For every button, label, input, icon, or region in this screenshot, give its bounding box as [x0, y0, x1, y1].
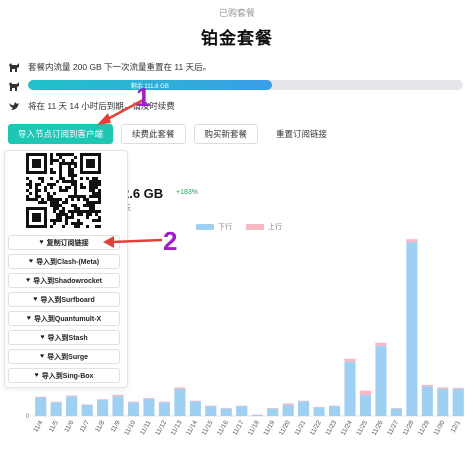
- annotation-arrow-2: [103, 236, 163, 248]
- annotation-number-1: 1: [136, 82, 151, 112]
- annotation-arrows: [97, 98, 163, 248]
- annotation-number-2: 2: [163, 226, 178, 256]
